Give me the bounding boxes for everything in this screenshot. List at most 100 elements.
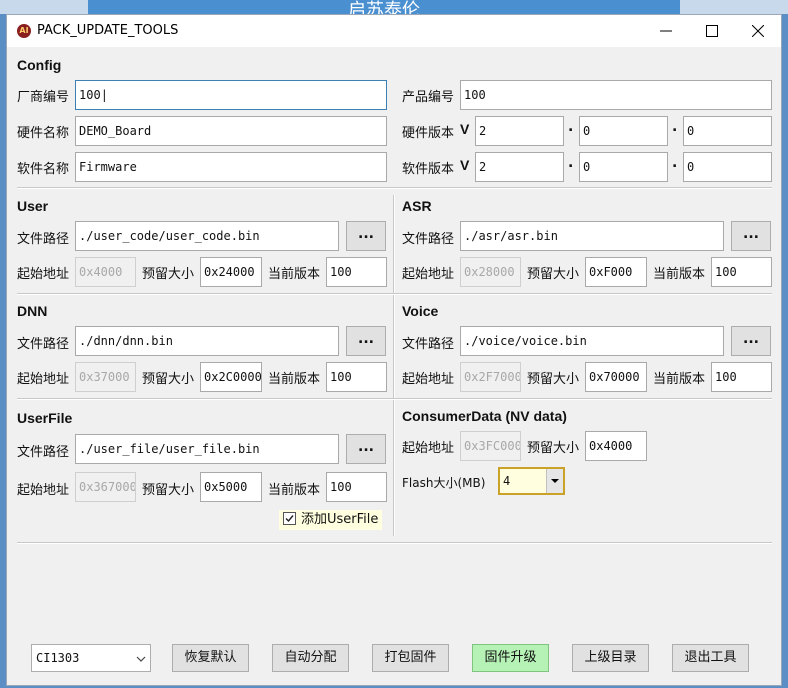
maximize-button[interactable] [689, 15, 735, 47]
user-browse-button[interactable]: ... [346, 221, 386, 251]
hw-ver-dot-1: . [568, 119, 574, 135]
minimize-icon [660, 30, 672, 32]
consumer-heading: ConsumerData (NV data) [402, 408, 567, 424]
userfile-browse-button[interactable]: ... [346, 434, 386, 464]
maximize-icon [706, 25, 718, 37]
pack-firmware-button[interactable]: 打包固件 [372, 644, 449, 672]
voice-reserve-input[interactable]: 0x70000 [585, 362, 647, 392]
config-heading: Config [17, 57, 62, 73]
userfile-reserve-input[interactable]: 0x5000 [200, 472, 262, 502]
dnn-browse-button[interactable]: ... [346, 326, 386, 356]
voice-browse-button[interactable]: ... [731, 326, 771, 356]
add-userfile-checkbox[interactable]: 添加UserFile [279, 510, 383, 530]
title-bar[interactable]: AI PACK_UPDATE_TOOLS [7, 15, 781, 47]
userfile-heading: UserFile [17, 410, 73, 426]
flash-size-select[interactable]: 4 [498, 467, 565, 495]
userfile-path-label: 文件路径 [17, 445, 70, 460]
user-path-label: 文件路径 [17, 232, 70, 247]
hw-ver-major-input[interactable]: 2 [475, 116, 564, 146]
separator [17, 293, 772, 295]
userfile-version-input[interactable]: 100 [326, 472, 387, 502]
dnn-version-input[interactable]: 100 [326, 362, 387, 392]
user-path-input[interactable]: ./user_code/user_code.bin [75, 221, 339, 251]
consumer-reserve-label: 预留大小 [527, 441, 580, 456]
close-icon [752, 25, 764, 37]
minimize-button[interactable] [643, 15, 689, 47]
consumer-start-input: 0x3FC000 [460, 431, 521, 461]
userfile-reserve-label: 预留大小 [142, 483, 195, 498]
voice-version-input[interactable]: 100 [711, 362, 772, 392]
asr-version-label: 当前版本 [653, 267, 706, 282]
sw-ver-major-input[interactable]: 2 [475, 152, 564, 182]
voice-path-label: 文件路径 [402, 337, 455, 352]
asr-browse-button[interactable]: ... [731, 221, 771, 251]
sw-ver-prefix: V [460, 157, 470, 173]
hw-ver-minor-input[interactable]: 0 [579, 116, 668, 146]
vendor-label: 厂商编号 [17, 90, 70, 105]
separator [17, 187, 772, 189]
exit-tool-button[interactable]: 退出工具 [672, 644, 749, 672]
voice-version-label: 当前版本 [653, 372, 706, 387]
userfile-path-input[interactable]: ./user_file/user_file.bin [75, 434, 339, 464]
user-start-input: 0x4000 [75, 257, 136, 287]
sw-ver-patch-input[interactable]: 0 [683, 152, 772, 182]
consumer-reserve-input[interactable]: 0x4000 [585, 431, 647, 461]
chevron-down-icon [136, 656, 146, 662]
hw-ver-label: 硬件版本 [402, 126, 455, 141]
asr-reserve-input[interactable]: 0xF000 [585, 257, 647, 287]
sw-ver-minor-input[interactable]: 0 [579, 152, 668, 182]
background-window-title: 启苏泰伦 [88, 0, 680, 14]
vertical-separator [393, 195, 395, 536]
hw-ver-prefix: V [460, 121, 470, 137]
add-userfile-label: 添加UserFile [301, 512, 379, 527]
hw-name-label: 硬件名称 [17, 126, 70, 141]
dnn-reserve-label: 预留大小 [142, 372, 195, 387]
userfile-version-label: 当前版本 [268, 483, 321, 498]
hw-ver-dot-2: . [672, 119, 678, 135]
asr-start-input: 0x28000 [460, 257, 521, 287]
dnn-reserve-input[interactable]: 0x2C0000 [200, 362, 262, 392]
asr-reserve-label: 预留大小 [527, 267, 580, 282]
user-reserve-label: 预留大小 [142, 267, 195, 282]
hw-ver-patch-input[interactable]: 0 [683, 116, 772, 146]
user-heading: User [17, 198, 49, 214]
separator [17, 542, 772, 544]
dnn-start-label: 起始地址 [17, 372, 70, 387]
voice-start-label: 起始地址 [402, 372, 455, 387]
chevron-down-icon [551, 479, 559, 483]
voice-heading: Voice [402, 303, 439, 319]
dnn-path-label: 文件路径 [17, 337, 70, 352]
close-button[interactable] [735, 15, 781, 47]
dnn-path-input[interactable]: ./dnn/dnn.bin [75, 326, 339, 356]
sw-ver-dot-1: . [568, 155, 574, 171]
product-input[interactable]: 100 [460, 80, 772, 110]
vendor-input[interactable]: 100| [75, 80, 387, 110]
asr-path-label: 文件路径 [402, 232, 455, 247]
userfile-start-label: 起始地址 [17, 483, 70, 498]
dnn-start-input: 0x37000 [75, 362, 136, 392]
flash-size-label: Flash大小(MB) [402, 476, 486, 490]
flash-dropdown-button[interactable] [546, 469, 563, 493]
voice-path-input[interactable]: ./voice/voice.bin [460, 326, 724, 356]
upgrade-firmware-button[interactable]: 固件升级 [472, 644, 549, 672]
asr-version-input[interactable]: 100 [711, 257, 772, 287]
voice-reserve-label: 预留大小 [527, 372, 580, 387]
auto-assign-button[interactable]: 自动分配 [272, 644, 349, 672]
sw-ver-dot-2: . [672, 155, 678, 171]
dnn-heading: DNN [17, 303, 48, 319]
user-reserve-input[interactable]: 0x24000 [200, 257, 262, 287]
chip-select[interactable]: CI1303 [31, 644, 151, 672]
dnn-version-label: 当前版本 [268, 372, 321, 387]
sw-name-label: 软件名称 [17, 162, 70, 177]
asr-heading: ASR [402, 198, 432, 214]
main-window: AI PACK_UPDATE_TOOLS Config 厂商编号 100| 产品… [6, 14, 782, 686]
asr-path-input[interactable]: ./asr/asr.bin [460, 221, 724, 251]
user-version-input[interactable]: 100 [326, 257, 387, 287]
parent-directory-button[interactable]: 上级目录 [572, 644, 649, 672]
restore-defaults-button[interactable]: 恢复默认 [172, 644, 249, 672]
sw-name-input[interactable]: Firmware [75, 152, 387, 182]
hw-name-input[interactable]: DEMO_Board [75, 116, 387, 146]
app-icon: AI [17, 24, 31, 38]
checkbox-check-icon [283, 512, 296, 525]
user-start-label: 起始地址 [17, 267, 70, 282]
